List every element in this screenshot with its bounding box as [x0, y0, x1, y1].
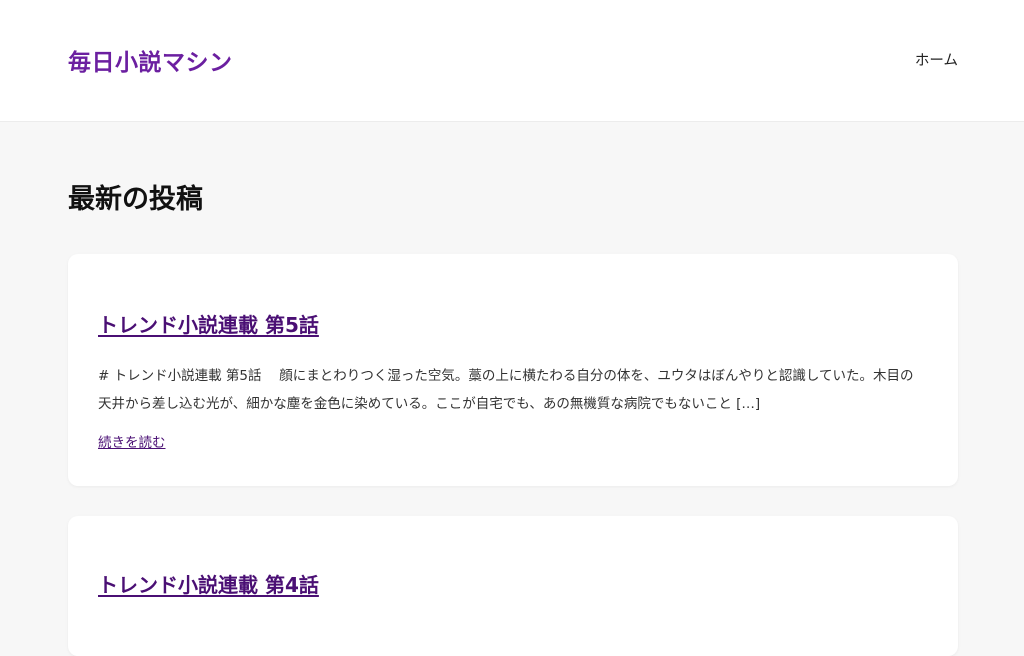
site-title-link[interactable]: 毎日小説マシン [68, 46, 233, 80]
page-title: 最新の投稿 [68, 184, 203, 215]
post-card: トレンド小説連載 第5話 # トレンド小説連載 第5話 顔にまとわりつく湿った空… [68, 254, 958, 486]
post-title-link[interactable]: トレンド小説連載 第4話 [98, 570, 319, 600]
site-header: 毎日小説マシン ホーム [0, 0, 1024, 122]
read-more-link[interactable]: 続きを読む [98, 432, 166, 454]
post-excerpt: # トレンド小説連載 第5話 顔にまとわりつく湿った空気。藁の上に横たわる自分の… [98, 368, 914, 412]
post-title-link[interactable]: トレンド小説連載 第5話 [98, 310, 319, 340]
nav-home-link[interactable]: ホーム [915, 50, 958, 72]
post-card: トレンド小説連載 第4話 [68, 516, 958, 656]
